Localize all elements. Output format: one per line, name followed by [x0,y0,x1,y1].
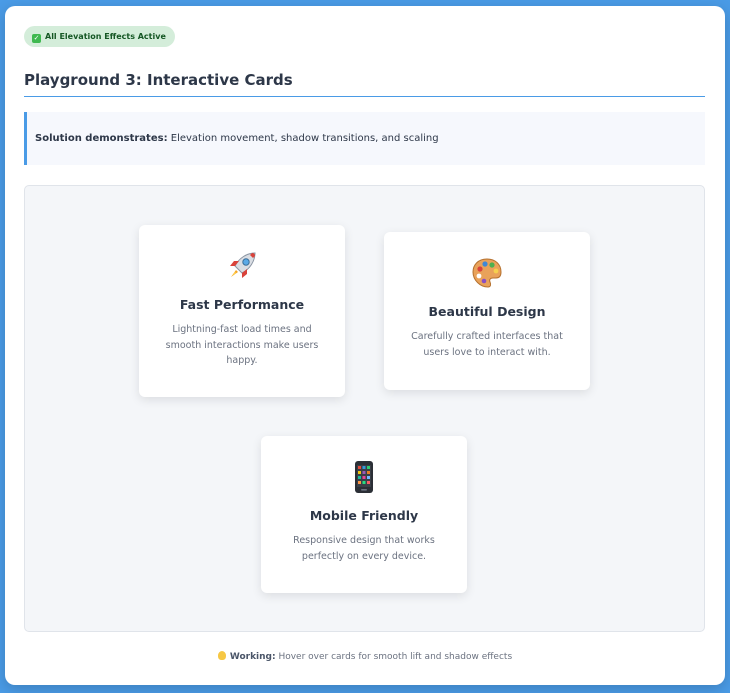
card-description: Lightning-fast load times and smooth int… [165,324,319,366]
palette-icon [402,254,572,290]
lightbulb-icon [217,651,226,660]
card-description: Carefully crafted interfaces that users … [411,331,563,358]
main-panel: ✓ All Elevation Effects Active Playground… [5,6,725,685]
card-beautiful-design[interactable]: Beautiful Design Carefully crafted inter… [384,232,590,390]
check-icon: ✓ [32,34,41,43]
footer-label: Working: [229,652,276,662]
page-title: Playground 3: Interactive Cards [24,71,293,89]
card-fast-performance[interactable]: Fast Performance Lightning-fast load tim… [139,225,345,397]
card-title: Fast Performance [179,297,305,312]
card-description: Responsive design that works perfectly o… [293,535,435,562]
callout-text: Elevation movement, shadow transitions, … [167,133,439,144]
footer-text: Hover over cards for smooth lift and sha… [275,652,513,662]
status-badge: ✓ All Elevation Effects Active [24,26,175,47]
callout-label: Solution demonstrates: [35,133,168,144]
mobile-phone-icon [279,458,449,494]
card-playground: Fast Performance Lightning-fast load tim… [24,185,705,632]
footer-hint: Working: Hover over cards for smooth lif… [5,651,725,662]
rocket-icon [157,247,327,283]
title-divider [24,96,705,97]
solution-callout: Solution demonstrates: Elevation movemen… [24,112,705,165]
card-mobile-friendly[interactable]: Mobile Friendly Responsive design that w… [261,436,467,593]
status-badge-text: All Elevation Effects Active [45,32,166,41]
card-title: Beautiful Design [428,304,546,319]
card-title: Mobile Friendly [309,508,419,523]
